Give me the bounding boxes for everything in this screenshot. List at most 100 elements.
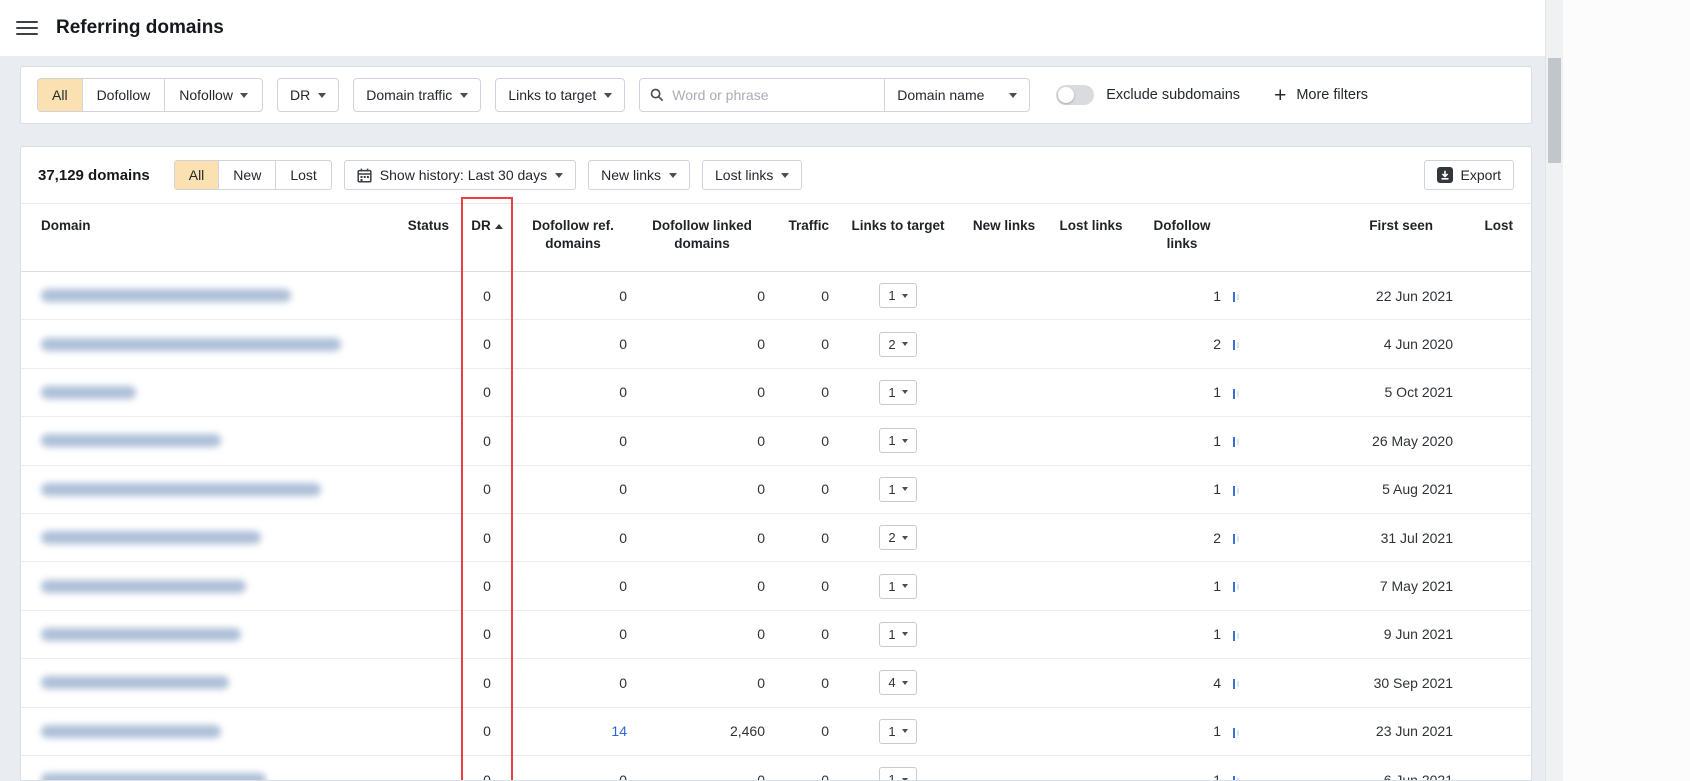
first-seen-value: 9 Jun 2021 (1257, 626, 1473, 642)
domain-cell (21, 725, 401, 738)
dr-value: 0 (461, 723, 513, 739)
dofollow-linked-domains-value: 0 (633, 288, 771, 304)
column-header-first-seen[interactable]: First seen (1257, 217, 1473, 271)
blurred-domain-link[interactable] (41, 676, 229, 689)
links-to-target-select[interactable]: 2 (879, 525, 916, 550)
links-to-target-select[interactable]: 2 (879, 332, 916, 357)
mini-bar-chart-icon (1229, 675, 1257, 691)
dofollow-ref-domains-value: 0 (513, 384, 633, 400)
dofollow-links-value: 1 (1135, 481, 1229, 497)
table-row: 0142,46001123 Jun 2021 (21, 708, 1531, 756)
column-header-dofollow-links[interactable]: Dofollow links (1135, 217, 1229, 271)
blurred-domain-link[interactable] (41, 531, 261, 544)
blurred-domain-link[interactable] (41, 289, 291, 302)
first-seen-value: 30 Sep 2021 (1257, 675, 1473, 691)
tab-lost[interactable]: Lost (276, 161, 330, 189)
column-header-status[interactable]: Status (401, 217, 461, 271)
chevron-down-icon (902, 439, 908, 443)
dr-value: 0 (461, 772, 513, 781)
links-to-target-select[interactable]: 1 (879, 719, 916, 744)
links-to-target-filter-button[interactable]: Links to target (495, 78, 625, 112)
exclude-subdomains-label: Exclude subdomains (1106, 87, 1240, 103)
table-row: 0000115 Aug 2021 (21, 466, 1531, 514)
dr-value: 0 (461, 481, 513, 497)
first-seen-value: 22 Jun 2021 (1257, 288, 1473, 304)
scrollbar-thumb[interactable] (1548, 58, 1561, 163)
dofollow-ref-domains-link[interactable]: 14 (611, 723, 627, 739)
hamburger-menu-icon[interactable] (16, 17, 38, 39)
exclude-subdomains-toggle[interactable] (1056, 85, 1094, 105)
page-title: Referring domains (56, 17, 224, 39)
blurred-domain-link[interactable] (41, 386, 136, 399)
dofollow-ref-domains-value: 0 (513, 772, 633, 781)
column-header-traffic[interactable]: Traffic (771, 217, 835, 271)
lost-links-button[interactable]: Lost links (702, 160, 802, 190)
show-history-button[interactable]: Show history: Last 30 days (344, 160, 576, 190)
links-to-target-select[interactable]: 1 (879, 283, 916, 308)
blurred-domain-link[interactable] (41, 773, 266, 781)
links-to-target-select[interactable]: 1 (879, 622, 916, 647)
column-header-new-links[interactable]: New links (961, 217, 1047, 271)
blurred-domain-link[interactable] (41, 434, 221, 447)
follow-segment-nofollow[interactable]: Nofollow (165, 79, 262, 111)
links-to-target-select[interactable]: 1 (879, 477, 916, 502)
links-to-target-select[interactable]: 1 (879, 380, 916, 405)
dofollow-links-value: 2 (1135, 336, 1229, 352)
dofollow-ref-domains-value: 14 (513, 723, 633, 739)
first-seen-value: 4 Jun 2020 (1257, 336, 1473, 352)
dr-value: 0 (461, 675, 513, 691)
traffic-value: 0 (771, 626, 835, 642)
chevron-down-icon (669, 173, 677, 178)
dofollow-links-value: 4 (1135, 675, 1229, 691)
chevron-down-icon (604, 93, 612, 98)
blurred-domain-link[interactable] (41, 338, 341, 351)
table-body: 00001122 Jun 20210000224 Jun 20200000115… (21, 272, 1531, 781)
blurred-domain-link[interactable] (41, 725, 221, 738)
links-to-target-select[interactable]: 1 (879, 767, 916, 781)
tab-all[interactable]: All (175, 161, 220, 189)
search-box (639, 78, 885, 112)
export-button[interactable]: Export (1424, 160, 1514, 190)
chevron-down-icon (318, 93, 326, 98)
table-header-row: Domain Status DR Dofollow ref. domains D… (21, 204, 1531, 272)
chevron-down-icon (902, 729, 908, 733)
domain-name-mode-button[interactable]: Domain name (885, 78, 1030, 112)
blurred-domain-link[interactable] (41, 580, 246, 593)
traffic-value: 0 (771, 578, 835, 594)
column-header-lost-links[interactable]: Lost links (1047, 217, 1135, 271)
first-seen-value: 26 May 2020 (1257, 433, 1473, 449)
follow-segment-all[interactable]: All (38, 79, 83, 111)
blurred-domain-link[interactable] (41, 483, 321, 496)
chevron-down-icon (555, 173, 563, 178)
column-header-domain[interactable]: Domain (21, 217, 401, 271)
domain-traffic-filter-button[interactable]: Domain traffic (353, 78, 481, 112)
links-to-target-select[interactable]: 1 (879, 428, 916, 453)
links-to-target-select[interactable]: 4 (879, 670, 916, 695)
new-links-button[interactable]: New links (588, 160, 690, 190)
more-filters-button[interactable]: + More filters (1274, 85, 1368, 106)
mini-bar-chart-icon (1229, 626, 1257, 642)
dofollow-links-value: 1 (1135, 723, 1229, 739)
tab-new[interactable]: New (219, 161, 276, 189)
dofollow-links-value: 1 (1135, 578, 1229, 594)
search-icon (650, 88, 664, 102)
column-header-dr[interactable]: DR (461, 217, 513, 271)
column-header-lost[interactable]: Lost (1473, 217, 1532, 271)
column-header-dofollow-ref-domains[interactable]: Dofollow ref. domains (513, 217, 633, 271)
column-header-dofollow-linked-domains[interactable]: Dofollow linked domains (633, 217, 771, 271)
dr-value: 0 (461, 336, 513, 352)
chevron-down-icon (902, 778, 908, 781)
links-to-target-cell: 1 (835, 283, 961, 308)
domain-cell (21, 338, 401, 351)
domain-cell (21, 483, 401, 496)
links-to-target-select[interactable]: 1 (879, 574, 916, 599)
chevron-down-icon (902, 487, 908, 491)
blurred-domain-link[interactable] (41, 628, 241, 641)
mini-bar-chart-icon (1229, 433, 1257, 449)
dr-filter-button[interactable]: DR (277, 78, 339, 112)
dofollow-ref-domains-value: 0 (513, 675, 633, 691)
column-header-links-to-target[interactable]: Links to target (835, 217, 961, 271)
follow-segment-dofollow[interactable]: Dofollow (83, 79, 166, 111)
search-input[interactable] (672, 87, 874, 103)
chevron-down-icon (902, 584, 908, 588)
